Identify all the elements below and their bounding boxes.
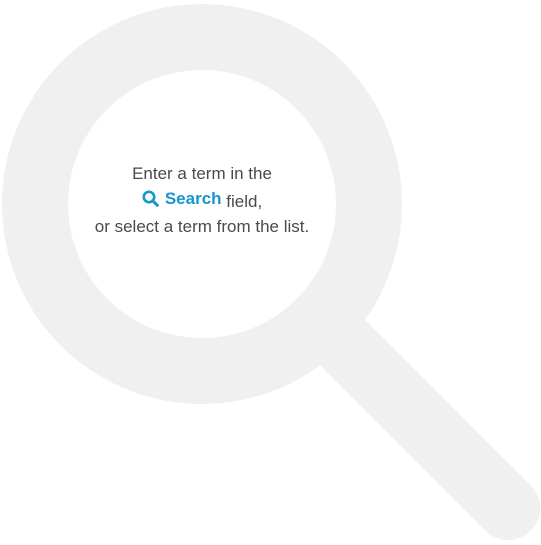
search-field-link[interactable]: Search bbox=[142, 186, 222, 211]
empty-state-panel: Enter a term in the Search field, or sel… bbox=[0, 0, 541, 545]
empty-state-message: Enter a term in the Search field, or sel… bbox=[0, 161, 404, 239]
instruction-line-1: Enter a term in the bbox=[132, 164, 272, 183]
search-icon bbox=[142, 190, 159, 207]
instruction-line-2-suffix: field, bbox=[221, 192, 263, 211]
instruction-line-3: or select a term from the list. bbox=[94, 217, 310, 236]
magnifier-icon bbox=[2, 4, 540, 540]
search-link-label: Search bbox=[164, 189, 222, 208]
instruction-line-2: Search field, bbox=[0, 186, 404, 214]
